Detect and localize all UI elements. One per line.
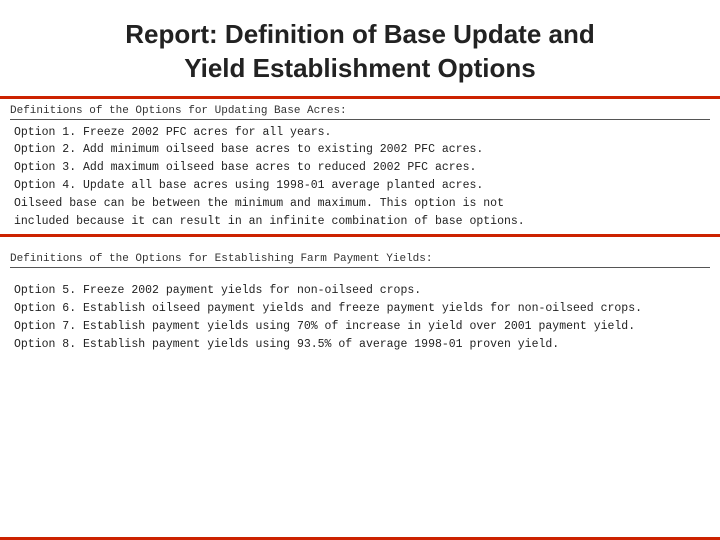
option-5: Option 5. Freeze 2002 payment yields for… xyxy=(14,282,710,300)
title-line1: Report: Definition of Base Update and xyxy=(125,19,594,49)
section1-options: Option 1. Freeze 2002 PFC acres for all … xyxy=(10,124,710,195)
option-2: Option 2. Add minimum oilseed base acres… xyxy=(14,141,710,159)
section2-divider xyxy=(10,267,710,268)
option-4: Option 4. Update all base acres using 19… xyxy=(14,177,710,195)
section2: Definitions of the Options for Establish… xyxy=(0,247,720,357)
option-7: Option 7. Establish payment yields using… xyxy=(14,318,710,336)
option-3: Option 3. Add maximum oilseed base acres… xyxy=(14,159,710,177)
section2-options: Option 5. Freeze 2002 payment yields for… xyxy=(10,282,710,353)
option-8: Option 8. Establish payment yields using… xyxy=(14,336,710,354)
title-section: Report: Definition of Base Update and Yi… xyxy=(0,0,720,96)
section2-inner-gap xyxy=(10,272,710,282)
section1-note-line1: Oilseed base can be between the minimum … xyxy=(10,195,710,213)
section2-header: Definitions of the Options for Establish… xyxy=(10,253,710,265)
title-line2: Yield Establishment Options xyxy=(184,53,536,83)
section1: Definitions of the Options for Updating … xyxy=(0,99,720,235)
page-title: Report: Definition of Base Update and Yi… xyxy=(40,18,680,86)
section-gap xyxy=(0,237,720,247)
option-6: Option 6. Establish oilseed payment yiel… xyxy=(14,300,710,318)
section1-note-line2: included because it can result in an inf… xyxy=(10,213,710,231)
section1-divider xyxy=(10,119,710,120)
option-1: Option 1. Freeze 2002 PFC acres for all … xyxy=(14,124,710,142)
page: Report: Definition of Base Update and Yi… xyxy=(0,0,720,540)
section1-header: Definitions of the Options for Updating … xyxy=(10,105,710,117)
